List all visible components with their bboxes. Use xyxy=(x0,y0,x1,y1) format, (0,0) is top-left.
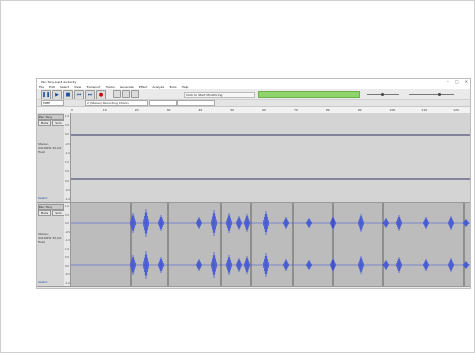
menu-help[interactable]: Help xyxy=(182,85,189,89)
ruler-tick-label: 20 xyxy=(134,108,139,112)
audacity-window: Pan Tony.aup3 Audacity – ▢ ✕ File Edit S… xyxy=(36,78,471,289)
scale-label: -1.0 xyxy=(65,239,70,243)
menu-analyze[interactable]: Analyze xyxy=(152,85,164,89)
menu-view[interactable]: View xyxy=(74,85,81,89)
ruler-tick-label: 120 xyxy=(453,108,459,112)
menu-file[interactable]: File xyxy=(39,85,44,89)
scale-label: 0.0 xyxy=(65,264,69,268)
scale-label: 0.5 xyxy=(65,170,69,174)
scale-label: -0.5 xyxy=(65,273,70,277)
waveform-area[interactable] xyxy=(71,113,470,202)
menu-transport[interactable]: Transport xyxy=(86,85,100,89)
scale-label: 0.5 xyxy=(65,213,69,217)
audio-track-1: Pan Tony Mute Solo Stereo, 44100Hz 32-bi… xyxy=(37,113,470,203)
track-info: Stereo, 44100Hz 32-bit float xyxy=(38,232,62,244)
scale-label: 1.0 xyxy=(65,205,69,208)
draw-tool-button[interactable] xyxy=(131,90,139,98)
ruler-tick-label: 110 xyxy=(421,108,428,112)
amplitude-scale: 1.0 0.5 0.0 -0.5 -1.0 1.0 0.5 0.0 -0.5 -1.0 xyxy=(64,113,71,202)
track-info: Stereo, 44100Hz 32-bit float xyxy=(38,142,62,154)
skip-end-icon: ⏭ xyxy=(87,92,93,98)
ruler-tick-label: 40 xyxy=(198,108,203,112)
scale-label: 0.0 xyxy=(65,179,69,183)
scale-label: 0.5 xyxy=(65,124,69,128)
scale-label: 0.0 xyxy=(65,133,69,137)
waveform xyxy=(71,134,470,180)
ruler-tick-label: 70 xyxy=(293,108,298,112)
scale-label: -0.5 xyxy=(65,142,70,146)
scale-label: 1.0 xyxy=(65,247,69,251)
menu-effect[interactable]: Effect xyxy=(139,85,148,89)
playback-volume-slider[interactable] xyxy=(409,94,454,95)
ruler-tick-label: 90 xyxy=(357,108,362,112)
ruler-tick-label: 10 xyxy=(102,108,107,112)
scale-label: -0.5 xyxy=(65,230,70,234)
track-select-button[interactable]: Select xyxy=(38,196,47,200)
screenshot-frame: Pan Tony.aup3 Audacity – ▢ ✕ File Edit S… xyxy=(0,0,475,353)
scale-label: -0.5 xyxy=(65,188,70,192)
mute-button[interactable]: Mute xyxy=(38,120,51,126)
menu-select[interactable]: Select xyxy=(60,85,69,89)
waveform xyxy=(71,203,470,286)
selection-tool-button[interactable] xyxy=(113,90,121,98)
stop-icon: ■ xyxy=(65,92,71,98)
monitor-meter[interactable]: Click to Start Monitoring xyxy=(184,92,255,98)
ruler-tick-label: 50 xyxy=(230,108,235,112)
menu-edit[interactable]: Edit xyxy=(49,85,55,89)
ruler-tick-label: 60 xyxy=(262,108,266,112)
scale-label: -1.0 xyxy=(65,151,70,155)
waveform-area[interactable] xyxy=(71,203,470,286)
window-title: Pan Tony.aup3 Audacity xyxy=(41,79,77,84)
track-control-panel: Pan Tony Mute Solo Stereo, 44100Hz 32-bi… xyxy=(37,203,65,286)
track-select-button[interactable]: Select xyxy=(38,280,47,284)
track-control-panel: Pan Tony Mute Solo Stereo, 44100Hz 32-bi… xyxy=(37,113,65,202)
ruler-tick-label: 100 xyxy=(389,108,396,112)
pause-icon: ❚❚ xyxy=(41,92,51,98)
menu-generate[interactable]: Generate xyxy=(120,85,134,89)
scale-label: 1.0 xyxy=(65,115,69,118)
amplitude-scale: 1.0 0.5 0.0 -0.5 -1.0 1.0 0.5 0.0 -0.5 -1.0 xyxy=(64,203,71,286)
scale-label: -1.0 xyxy=(65,198,70,201)
playback-meter[interactable] xyxy=(258,91,360,98)
scale-label: 0.0 xyxy=(65,222,69,226)
record-icon: ● xyxy=(98,92,104,98)
audio-track-2: Pan Tony Mute Solo Stereo, 44100Hz 32-bi… xyxy=(37,203,470,287)
skip-start-icon: ⏮ xyxy=(76,92,82,98)
ruler-tick-label: 80 xyxy=(325,108,330,112)
recording-volume-knob[interactable] xyxy=(381,93,384,96)
envelope-tool-button[interactable] xyxy=(122,90,130,98)
scale-label: 0.5 xyxy=(65,256,69,260)
mute-button[interactable]: Mute xyxy=(38,210,51,216)
play-icon: ▶ xyxy=(55,92,59,98)
scale-label: 1.0 xyxy=(65,161,69,165)
ruler-tick-label: 0 xyxy=(71,108,73,112)
ruler-tick-label: 30 xyxy=(166,108,171,112)
menu-tools[interactable]: Tools xyxy=(169,85,176,89)
scale-label: -1.0 xyxy=(65,282,70,285)
playback-volume-knob[interactable] xyxy=(438,93,441,96)
menu-tracks[interactable]: Tracks xyxy=(105,85,114,89)
